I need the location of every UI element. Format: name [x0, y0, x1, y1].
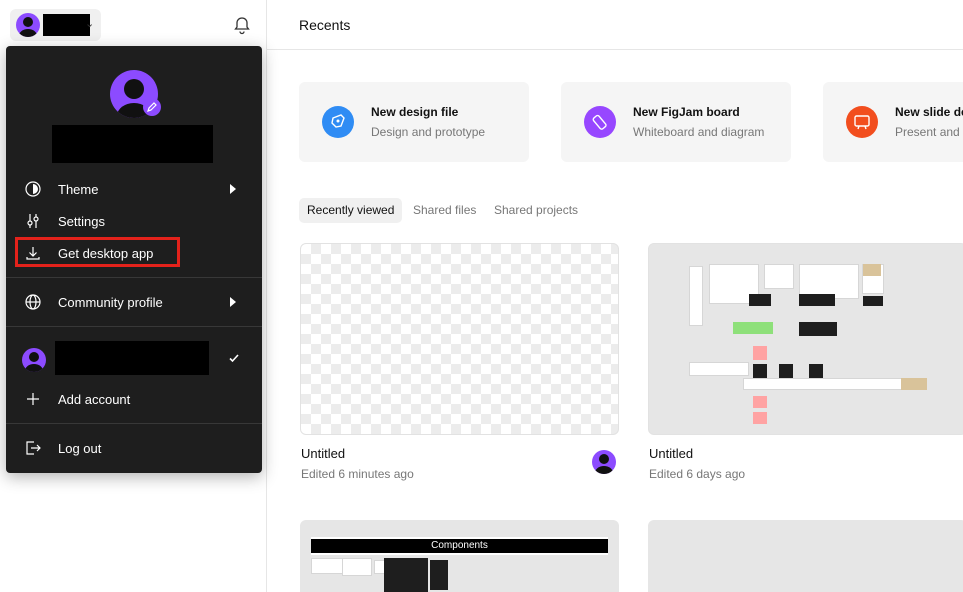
log-out-icon	[26, 441, 41, 455]
quick-action-title: New design file	[371, 105, 459, 119]
menu-item-label: Log out	[58, 441, 102, 456]
menu-item-label: Community profile	[58, 295, 163, 310]
marker-icon	[584, 106, 616, 138]
file-thumbnail[interactable]	[648, 243, 963, 435]
main-content: Recents New design file Design and proto…	[267, 0, 963, 592]
quick-action-subtitle: Design and prototype	[371, 125, 486, 139]
account-switcher-button[interactable]: ⌄	[10, 9, 101, 41]
quick-action-title: New FigJam board	[633, 105, 740, 119]
profile-name-redacted	[52, 125, 213, 163]
menu-item-label: Add account	[58, 392, 131, 407]
quick-action-subtitle: Present and s	[895, 125, 963, 139]
divider	[6, 423, 262, 424]
menu-item-settings[interactable]: Settings	[6, 207, 262, 235]
file-thumbnail[interactable]	[300, 243, 619, 435]
chevron-down-icon: ⌄	[85, 18, 95, 30]
tab-shared-projects[interactable]: Shared projects	[486, 198, 586, 223]
theme-icon	[25, 181, 41, 197]
file-name[interactable]: Untitled	[301, 446, 345, 461]
menu-item-theme[interactable]: Theme	[6, 175, 262, 203]
highlight-box	[15, 237, 180, 267]
pencil-icon[interactable]	[143, 98, 161, 116]
tab-recently-viewed[interactable]: Recently viewed	[299, 198, 403, 223]
account-menu: Theme Settings Get desktop app Community…	[6, 46, 262, 473]
chevron-right-icon	[230, 184, 236, 194]
bell-icon[interactable]	[232, 15, 252, 35]
file-edited-time: Edited 6 days ago	[649, 467, 746, 481]
slides-icon	[846, 106, 878, 138]
file-name[interactable]: Untitled	[649, 446, 693, 461]
file-thumbnail[interactable]	[648, 520, 963, 592]
quick-action-title: New slide de	[895, 105, 963, 119]
menu-item-add-account[interactable]: Add account	[6, 385, 262, 413]
quick-action-subtitle: Whiteboard and diagram	[633, 125, 765, 139]
avatar	[592, 450, 616, 474]
page-title: Recents	[299, 17, 351, 33]
chevron-right-icon	[230, 297, 236, 307]
check-icon	[229, 354, 239, 363]
avatar	[16, 13, 40, 37]
pen-tool-icon	[322, 106, 354, 138]
sidebar-header: ⌄	[0, 0, 266, 50]
divider	[6, 277, 262, 278]
menu-item-label: Theme	[58, 182, 99, 197]
new-figjam-board-card[interactable]: New FigJam board Whiteboard and diagram	[561, 82, 791, 162]
components-label: Components	[431, 540, 488, 551]
main-header: Recents	[267, 0, 963, 50]
account-row-name-redacted[interactable]	[55, 341, 209, 375]
new-slide-deck-card[interactable]: New slide de Present and s	[823, 82, 963, 162]
menu-item-log-out[interactable]: Log out	[6, 434, 262, 462]
new-design-file-card[interactable]: New design file Design and prototype	[299, 82, 529, 162]
tab-shared-files[interactable]: Shared files	[405, 198, 484, 223]
menu-item-label: Settings	[58, 214, 105, 229]
file-thumbnail[interactable]: Components	[300, 520, 619, 592]
file-edited-time: Edited 6 minutes ago	[301, 467, 414, 481]
divider	[6, 326, 262, 327]
account-name-redacted	[43, 14, 90, 36]
avatar	[22, 348, 46, 372]
sliders-icon	[27, 214, 39, 228]
globe-icon	[25, 294, 41, 310]
components-banner: Components	[311, 537, 608, 555]
plus-icon	[27, 393, 39, 405]
menu-item-community-profile[interactable]: Community profile	[6, 288, 262, 316]
